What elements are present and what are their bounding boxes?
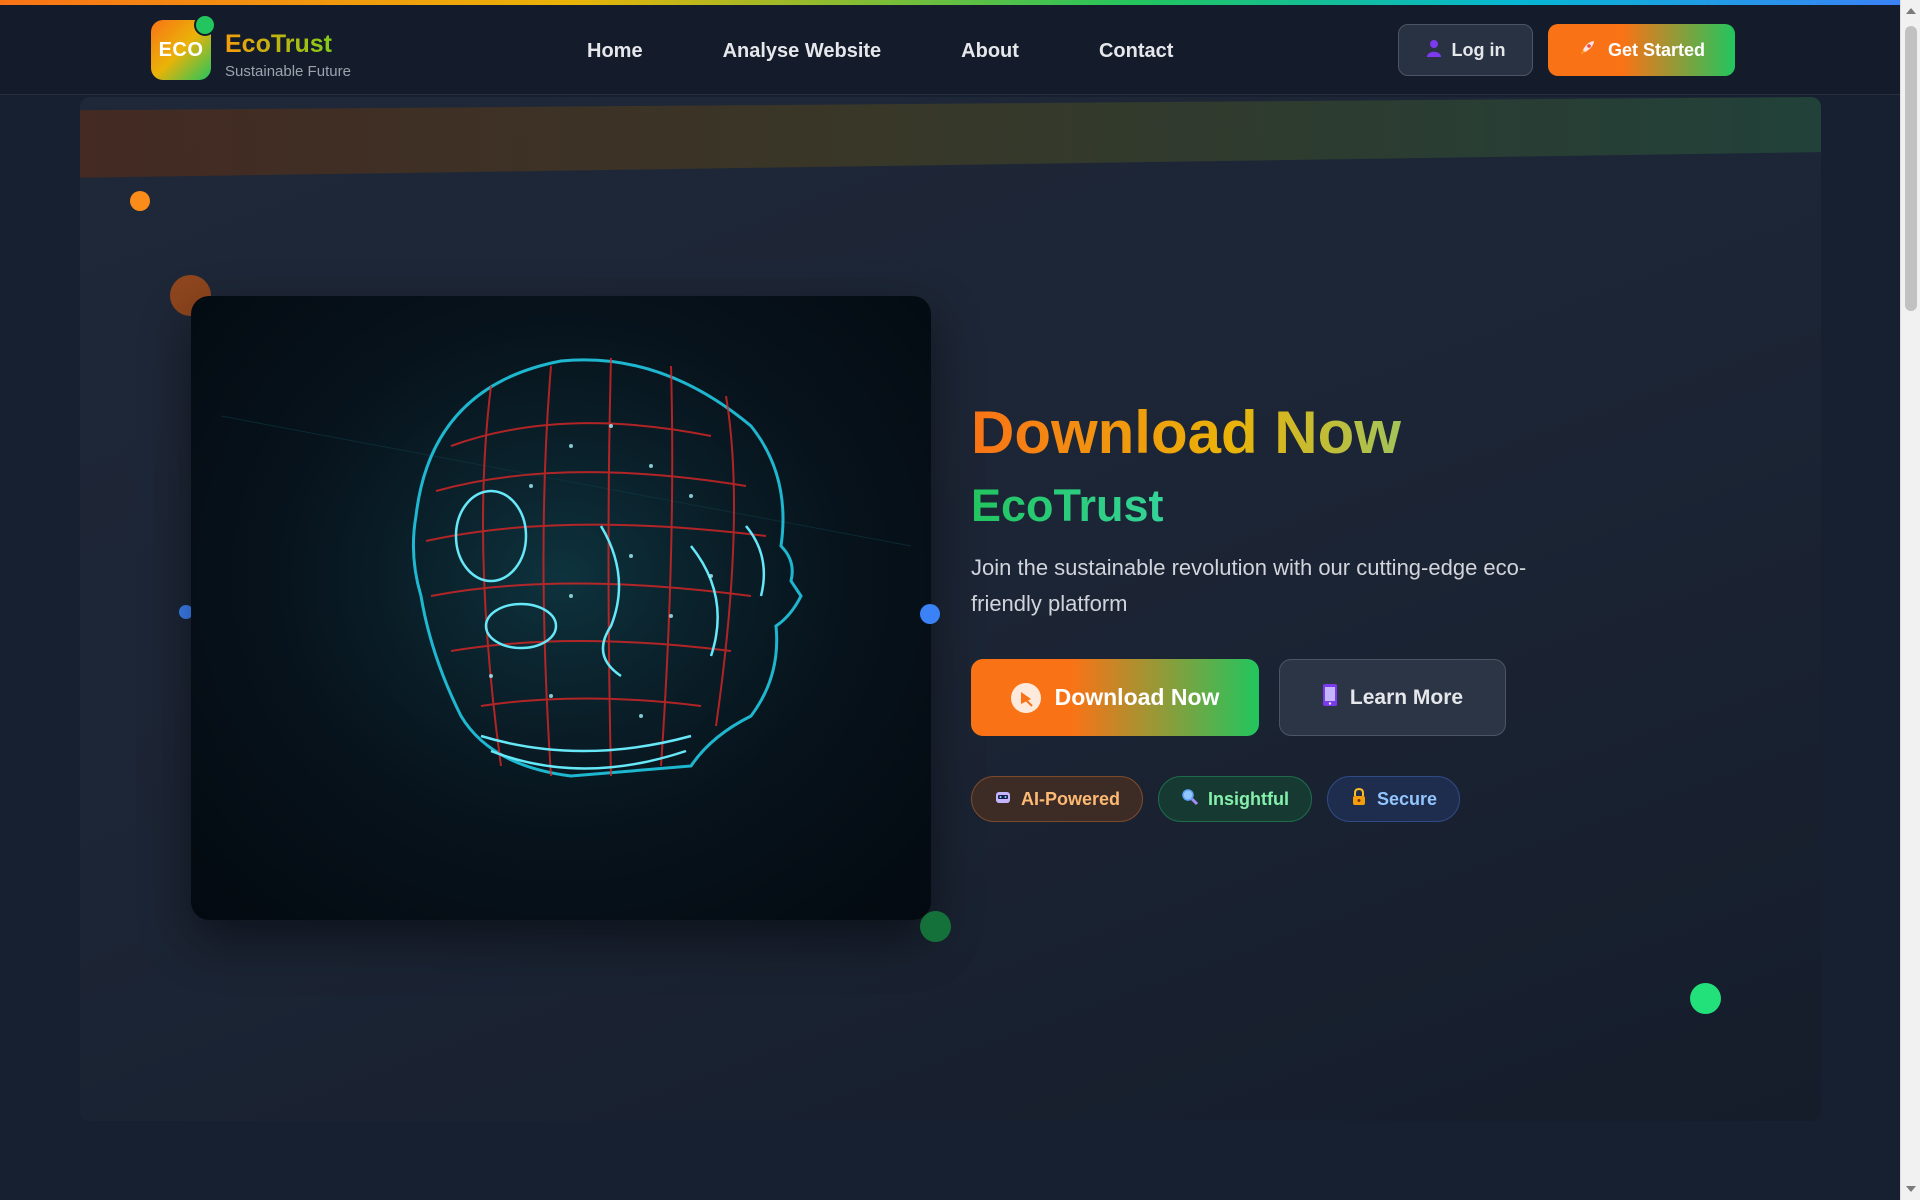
badge-insightful: Insightful xyxy=(1158,776,1313,822)
robot-icon xyxy=(994,788,1012,811)
hero-banner-gradient xyxy=(80,97,1821,178)
get-started-button[interactable]: Get Started xyxy=(1548,24,1735,76)
badge-secure: Secure xyxy=(1327,776,1461,822)
login-button[interactable]: Log in xyxy=(1398,24,1533,76)
logo-text: ECO xyxy=(158,38,204,61)
rocket-icon xyxy=(1578,39,1596,62)
nav-link-contact[interactable]: Contact xyxy=(1099,40,1173,63)
decor-dot-orange-small xyxy=(130,191,150,211)
lock-icon xyxy=(1350,787,1368,811)
badge-label: Secure xyxy=(1377,788,1438,809)
hero-image xyxy=(191,296,931,920)
skull-hologram-image xyxy=(191,296,931,920)
feature-badges: AI-Powered Insightful Secure xyxy=(971,776,1461,822)
navbar: ECO EcoTrust Sustainable Future Home Ana… xyxy=(0,5,1900,95)
learn-more-button[interactable]: Learn More xyxy=(1279,659,1506,736)
badge-label: AI-Powered xyxy=(1021,788,1121,809)
brand-tagline: Sustainable Future xyxy=(225,63,351,80)
download-now-button[interactable]: Download Now xyxy=(971,659,1259,736)
scroll-down-arrow-icon[interactable] xyxy=(1906,1186,1916,1192)
nav-link-analyse-website[interactable]: Analyse Website xyxy=(723,40,882,63)
phone-icon xyxy=(1322,683,1338,713)
logo-status-dot xyxy=(194,14,216,36)
get-started-label: Get Started xyxy=(1607,39,1706,60)
login-label: Log in xyxy=(1451,39,1506,60)
nav-links: Home Analyse Website About Contact xyxy=(587,40,1173,63)
decor-dot-green-bright xyxy=(1690,983,1721,1014)
download-icon xyxy=(1010,682,1041,713)
nav-link-about[interactable]: About xyxy=(961,40,1019,63)
hero-description: Join the sustainable revolution with our… xyxy=(971,555,1527,616)
decor-dot-green-dark xyxy=(920,911,951,942)
learn-more-label: Learn More xyxy=(1349,685,1464,709)
download-now-label: Download Now xyxy=(1054,684,1220,710)
hero-subtitle: EcoTrust xyxy=(971,480,1164,531)
decor-dot-blue-right xyxy=(920,604,940,624)
brand-name[interactable]: EcoTrust xyxy=(225,30,332,59)
hero-title: Download Now xyxy=(971,399,1401,466)
top-gradient-stripe xyxy=(0,0,1900,5)
scroll-up-arrow-icon[interactable] xyxy=(1906,8,1916,14)
vertical-scrollbar[interactable] xyxy=(1900,0,1920,1200)
nav-link-home[interactable]: Home xyxy=(587,40,643,63)
scrollbar-thumb[interactable] xyxy=(1905,26,1917,311)
badge-label: Insightful xyxy=(1208,788,1290,809)
user-icon xyxy=(1426,39,1442,62)
magnifier-icon xyxy=(1181,788,1199,811)
badge-ai-powered: AI-Powered xyxy=(971,776,1144,822)
